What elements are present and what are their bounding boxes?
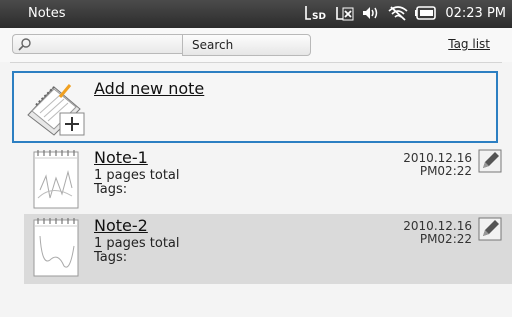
note-tags: Tags: [94,182,128,197]
usb-disconnected-icon [335,4,355,22]
note-time: PM02:22 [419,232,472,246]
search-button[interactable]: Search [182,34,311,56]
tag-list-link[interactable]: Tag list [448,37,490,51]
svg-text:SD: SD [312,12,326,21]
app-title: Notes [28,6,66,21]
divider [10,62,502,63]
note-page-count: 1 pages total [94,236,180,251]
magnifier-icon [17,37,33,57]
note-title: Note-2 [94,216,148,235]
status-bar: Notes SD 02:23 PM [0,0,512,28]
note-title: Note-1 [94,148,148,167]
note-timestamp: 2010.12.16 PM02:22 [403,152,472,178]
add-new-note-label: Add new note [94,79,205,98]
note-item-2[interactable]: Note-2 1 pages total Tags: 2010.12.16 PM… [24,214,512,284]
note-thumbnail [32,216,80,278]
edit-note-icon[interactable] [478,217,502,241]
sd-card-icon: SD [303,4,329,22]
battery-icon [415,4,437,22]
search-input[interactable] [12,34,182,54]
note-page-count: 1 pages total [94,168,180,183]
wifi-off-icon [387,4,409,22]
note-time: PM02:22 [419,164,472,178]
status-icons: SD 02:23 PM [303,4,506,22]
note-thumbnail [32,148,80,210]
note-tags: Tags: [94,250,128,265]
clock: 02:23 PM [445,5,506,21]
add-new-note-item[interactable]: Add new note [12,71,498,143]
new-note-icon [24,79,86,137]
volume-icon [361,4,381,22]
note-item-1[interactable]: Note-1 1 pages total Tags: 2010.12.16 PM… [24,146,512,216]
edit-note-icon[interactable] [478,149,502,173]
note-timestamp: 2010.12.16 PM02:22 [403,220,472,246]
search-bar: Search Tag list [0,28,512,62]
